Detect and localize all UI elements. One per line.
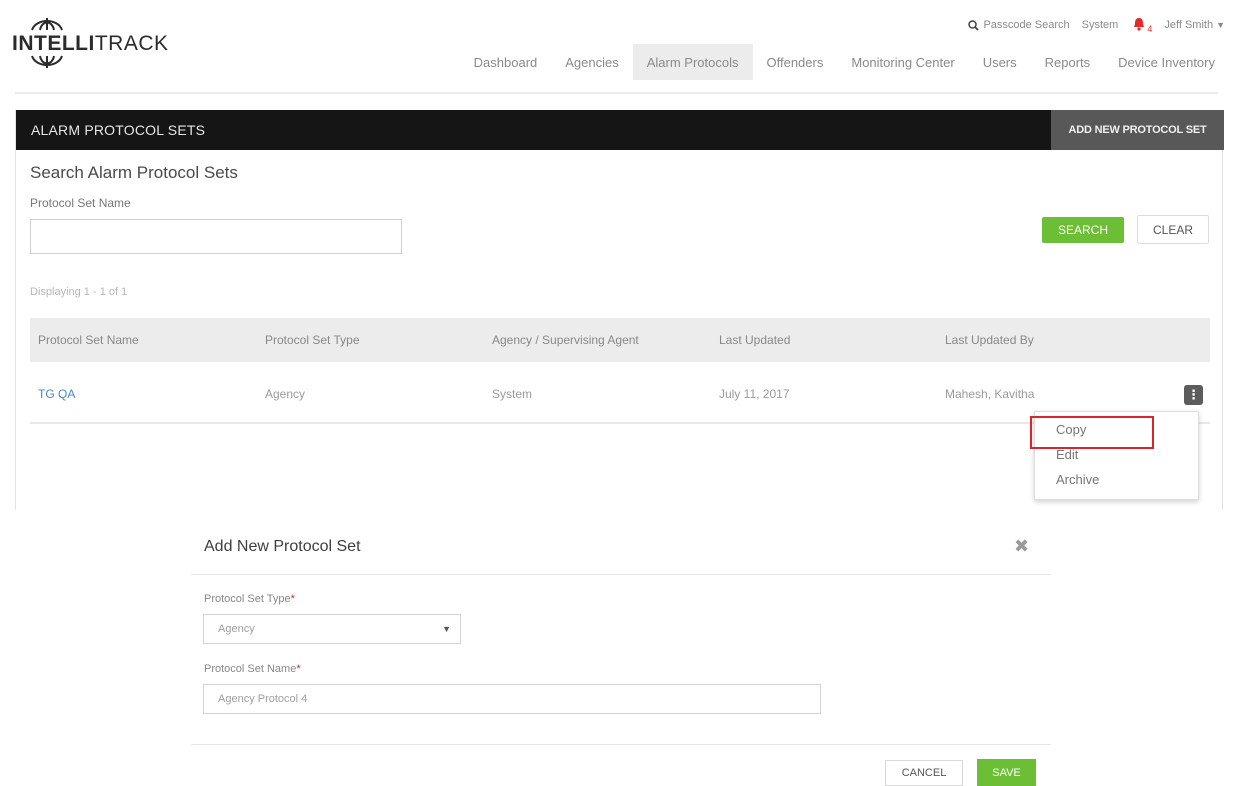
column-header-last-updated[interactable]: Last Updated	[719, 333, 790, 347]
nav-offenders[interactable]: Offenders	[753, 44, 838, 80]
protocol-set-name-label: Protocol Set Name	[30, 196, 131, 210]
search-heading: Search Alarm Protocol Sets	[30, 163, 238, 182]
menu-item-edit[interactable]: Edit	[1056, 447, 1078, 462]
user-menu[interactable]: Jeff Smith ▼	[1164, 19, 1225, 31]
cell-last-updated-by: Mahesh, Kavitha	[945, 387, 1035, 401]
nav-dashboard[interactable]: Dashboard	[460, 44, 552, 80]
column-header-last-updated-by[interactable]: Last Updated By	[945, 333, 1034, 347]
column-header-name[interactable]: Protocol Set Name	[38, 333, 139, 347]
search-icon	[968, 19, 980, 31]
chevron-down-icon: ▼	[1216, 20, 1225, 30]
protocol-set-name-link[interactable]: TG QA	[38, 387, 75, 401]
cell-last-updated: July 11, 2017	[719, 387, 790, 401]
cell-agency: System	[492, 387, 533, 401]
modal-title: Add New Protocol Set	[204, 538, 361, 555]
caret-down-icon: ▼	[442, 624, 451, 634]
nav-alarm-protocols[interactable]: Alarm Protocols	[632, 44, 753, 80]
main-nav: Dashboard Agencies Alarm Protocols Offen…	[460, 44, 1229, 80]
menu-item-archive[interactable]: Archive	[1056, 472, 1099, 487]
save-button[interactable]: SAVE	[977, 759, 1036, 786]
notification-count: 4	[1147, 23, 1153, 34]
column-header-type[interactable]: Protocol Set Type	[265, 333, 360, 347]
bell-icon	[1134, 17, 1145, 31]
row-actions-button[interactable]: ⋮	[1184, 385, 1203, 405]
protocol-set-name-modal-label: Protocol Set Name*	[204, 663, 301, 675]
nav-users[interactable]: Users	[969, 44, 1031, 80]
system-link[interactable]: System	[1082, 19, 1119, 31]
protocol-set-name-modal-input[interactable]	[203, 684, 821, 714]
add-new-protocol-set-button[interactable]: ADD NEW PROTOCOL SET	[1051, 110, 1224, 150]
table-header: Protocol Set Name Protocol Set Type Agen…	[30, 318, 1210, 362]
utility-bar: Passcode Search System 4 Jeff Smith ▼	[956, 16, 1225, 34]
close-icon[interactable]: ✖	[1014, 536, 1029, 557]
protocol-set-name-input[interactable]	[30, 219, 402, 254]
panel-header: ALARM PROTOCOL SETS ADD NEW PROTOCOL SET	[16, 110, 1224, 150]
search-button[interactable]: SEARCH	[1042, 217, 1124, 243]
modal-divider-top	[191, 574, 1051, 575]
results-count: Displaying 1 - 1 of 1	[30, 286, 128, 298]
kebab-menu-icon: ⋮	[1187, 387, 1200, 402]
nav-agencies[interactable]: Agencies	[551, 44, 632, 80]
notifications-button[interactable]: 4	[1132, 17, 1152, 34]
modal-divider-bottom	[191, 744, 1051, 745]
protocol-set-type-select[interactable]: Agency ▼	[203, 614, 461, 644]
select-value: Agency	[218, 623, 255, 635]
clear-button[interactable]: CLEAR	[1137, 215, 1209, 244]
nav-monitoring-center[interactable]: Monitoring Center	[837, 44, 968, 80]
column-header-agency[interactable]: Agency / Supervising Agent	[492, 333, 639, 347]
cancel-button[interactable]: CANCEL	[885, 760, 963, 786]
passcode-search-label: Passcode Search	[983, 19, 1070, 31]
panel-title: ALARM PROTOCOL SETS	[31, 122, 206, 138]
nav-reports[interactable]: Reports	[1031, 44, 1105, 80]
logo-text: INTELLITRACK	[12, 32, 169, 55]
cell-type: Agency	[265, 387, 306, 401]
user-name: Jeff Smith	[1164, 19, 1214, 31]
header-divider	[15, 92, 1218, 94]
protocol-set-type-label: Protocol Set Type*	[204, 593, 295, 605]
passcode-search-link[interactable]: Passcode Search	[968, 19, 1070, 31]
copy-highlight-box	[1030, 416, 1154, 449]
intellitrack-logo[interactable]: INTELLITRACK	[12, 10, 177, 76]
nav-device-inventory[interactable]: Device Inventory	[1104, 44, 1229, 80]
